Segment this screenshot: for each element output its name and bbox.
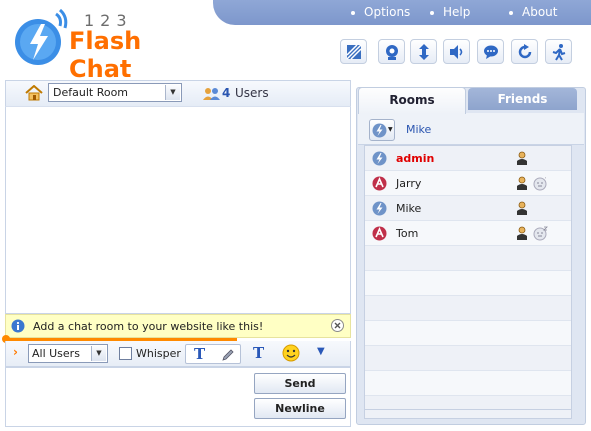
bullet-icon bbox=[430, 10, 434, 15]
webcam-button[interactable] bbox=[378, 39, 405, 64]
whisper-checkbox[interactable] bbox=[119, 347, 132, 360]
user-name: admin bbox=[396, 152, 435, 165]
help-label: Help bbox=[443, 5, 471, 19]
my-status-button[interactable]: ▼ bbox=[369, 119, 395, 141]
user-row-jarry[interactable]: Jarry ' bbox=[365, 171, 571, 196]
user-role-icon bbox=[517, 226, 527, 240]
bullet-icon bbox=[351, 10, 355, 15]
empty-row bbox=[365, 371, 571, 396]
pencil-icon[interactable] bbox=[220, 347, 236, 363]
top-menu-bar: Options Help About bbox=[213, 0, 591, 25]
resize-button[interactable] bbox=[410, 39, 437, 64]
lightning-avatar-icon bbox=[372, 151, 387, 166]
recipient-select[interactable]: All Users ▼ bbox=[28, 344, 108, 363]
logo-name: Flash Chat bbox=[69, 27, 142, 83]
more-options-icon[interactable]: ▼ bbox=[317, 346, 325, 357]
current-user-bar: ▼ Mike bbox=[358, 113, 584, 145]
about-label: About bbox=[522, 5, 558, 19]
chevron-down-icon: ▼ bbox=[165, 85, 180, 100]
refresh-icon bbox=[518, 43, 531, 58]
lightning-avatar-icon bbox=[372, 201, 387, 216]
chevron-down-icon: ▼ bbox=[388, 126, 393, 133]
app-header: 123 Flash Chat Options Help About bbox=[0, 0, 591, 83]
empty-row bbox=[365, 346, 571, 371]
skin-icon bbox=[345, 43, 362, 60]
users-icon bbox=[203, 88, 220, 100]
options-label: Options bbox=[364, 5, 411, 19]
room-bar: Default Room ▼ 4 Users bbox=[5, 80, 351, 106]
users-label: Users bbox=[235, 86, 269, 100]
smiley-icon[interactable] bbox=[282, 344, 300, 362]
info-message: Add a chat room to your website like thi… bbox=[33, 320, 264, 333]
user-row-tom[interactable]: Tom bbox=[365, 221, 571, 246]
text-style-group: T bbox=[185, 344, 241, 364]
refresh-button[interactable] bbox=[511, 39, 538, 64]
user-name: Jarry bbox=[396, 177, 422, 190]
about-link[interactable]: About bbox=[509, 5, 557, 19]
user-name: Tom bbox=[396, 227, 419, 240]
sound-icon bbox=[449, 44, 462, 59]
away-face-icon: ' bbox=[533, 177, 547, 191]
app-logo: 123 Flash Chat bbox=[12, 8, 192, 83]
resize-icon bbox=[418, 43, 429, 60]
sleep-face-icon bbox=[533, 226, 548, 241]
room-select-value: Default Room bbox=[53, 86, 129, 99]
lightning-avatar-icon bbox=[372, 123, 387, 138]
user-list-footer bbox=[364, 410, 572, 419]
run-icon bbox=[552, 43, 565, 61]
options-link[interactable]: Options bbox=[351, 5, 410, 19]
font-size-icon[interactable]: T bbox=[253, 344, 264, 362]
help-link[interactable]: Help bbox=[430, 5, 470, 19]
current-user-name: Mike bbox=[406, 123, 432, 136]
whisper-label: Whisper bbox=[136, 347, 181, 360]
text-format-icon[interactable]: T bbox=[194, 345, 205, 363]
room-select[interactable]: Default Room ▼ bbox=[48, 83, 182, 102]
recipient-select-value: All Users bbox=[32, 347, 80, 360]
chevron-down-icon: ▼ bbox=[91, 346, 106, 361]
empty-row bbox=[365, 321, 571, 346]
lightning-logo-icon bbox=[15, 8, 68, 65]
send-button[interactable]: Send bbox=[254, 373, 346, 394]
sound-button[interactable] bbox=[443, 39, 470, 64]
webcam-icon bbox=[385, 44, 398, 60]
user-list: admin Jarry ' Mike Tom bbox=[364, 145, 572, 410]
home-icon[interactable] bbox=[25, 85, 43, 101]
svg-text:': ' bbox=[545, 177, 546, 183]
empty-row bbox=[365, 296, 571, 321]
info-bar: Add a chat room to your website like thi… bbox=[5, 314, 351, 338]
newline-button[interactable]: Newline bbox=[254, 398, 346, 419]
chat-messages-area[interactable] bbox=[5, 106, 351, 314]
chat-bubble-button[interactable] bbox=[477, 39, 504, 64]
user-row-admin[interactable]: admin bbox=[365, 146, 571, 171]
bullet-icon bbox=[509, 10, 513, 15]
bot-avatar-icon bbox=[372, 226, 387, 241]
user-name: Mike bbox=[396, 202, 422, 215]
chevron-right-icon: › bbox=[13, 345, 18, 359]
user-role-icon bbox=[517, 201, 527, 215]
empty-row bbox=[365, 246, 571, 271]
info-icon bbox=[11, 319, 25, 333]
bot-avatar-icon bbox=[372, 176, 387, 191]
empty-row bbox=[365, 396, 571, 409]
tab-rooms[interactable]: Rooms bbox=[358, 87, 466, 114]
close-icon[interactable] bbox=[331, 319, 344, 332]
user-count: 4 bbox=[222, 86, 231, 100]
user-role-icon bbox=[517, 176, 527, 190]
user-role-icon bbox=[517, 151, 527, 165]
user-row-mike[interactable]: Mike bbox=[365, 196, 571, 221]
chat-bubble-icon bbox=[483, 45, 498, 59]
skin-button[interactable] bbox=[340, 39, 367, 64]
tab-friends[interactable]: Friends bbox=[468, 88, 577, 110]
message-controls-bar: › All Users ▼ Whisper T T ▼ bbox=[5, 341, 351, 367]
empty-row bbox=[365, 271, 571, 296]
logout-button[interactable] bbox=[545, 39, 572, 64]
